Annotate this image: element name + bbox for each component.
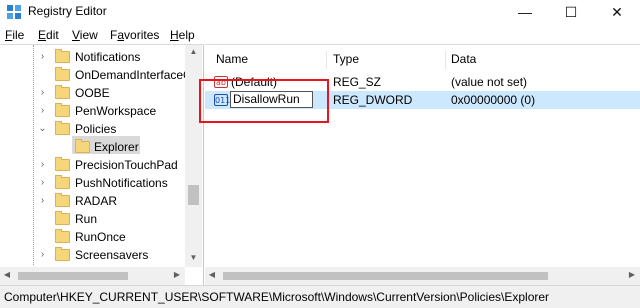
column-header-data[interactable]: Data xyxy=(451,45,476,73)
values-horizontal-scrollbar[interactable]: ◀ ▶ xyxy=(205,267,640,285)
scroll-left-arrow-icon[interactable]: ◀ xyxy=(0,270,14,279)
expand-chevron-icon[interactable]: › xyxy=(38,102,47,120)
expand-chevron-icon[interactable]: › xyxy=(38,192,47,210)
folder-icon xyxy=(55,229,70,243)
column-divider[interactable] xyxy=(326,51,327,69)
tree-node-label: PenWorkspace xyxy=(75,104,157,118)
folder-icon xyxy=(55,49,70,63)
tree-node-label: Run xyxy=(75,212,98,226)
maximize-button[interactable]: ☐ xyxy=(548,0,594,24)
close-button[interactable]: ✕ xyxy=(594,0,640,24)
scroll-right-arrow-icon[interactable]: ▶ xyxy=(170,270,184,279)
menu-view[interactable]: View xyxy=(72,28,98,42)
expand-chevron-icon[interactable]: › xyxy=(38,156,47,174)
tree-guide-line xyxy=(33,45,34,265)
folder-icon xyxy=(55,193,70,207)
column-header-name[interactable]: Name xyxy=(216,45,248,73)
status-bar: Computer\HKEY_CURRENT_USER\SOFTWARE\Micr… xyxy=(0,285,640,308)
value-data: (value not set) xyxy=(451,75,528,89)
highlight-annotation-box xyxy=(199,79,329,123)
scroll-left-arrow-icon[interactable]: ◀ xyxy=(205,270,219,279)
folder-icon xyxy=(55,103,70,117)
collapse-chevron-icon[interactable]: ⌄ xyxy=(38,120,47,138)
folder-icon xyxy=(75,139,90,153)
scroll-up-arrow-icon[interactable]: ▲ xyxy=(185,47,202,56)
folder-icon xyxy=(55,85,70,99)
tree-node-label: RunOnce xyxy=(75,230,126,244)
menu-bar: File Edit View Favorites Help xyxy=(0,25,640,45)
tree-node-label: RADAR xyxy=(75,194,118,208)
key-tree-pane[interactable]: › Notifications OnDemandInterfaceC › OOB… xyxy=(0,44,204,286)
tree-node-label: PrecisionTouchPad xyxy=(75,158,178,172)
tree-node-label: Explorer xyxy=(94,140,139,154)
value-type: REG_DWORD xyxy=(333,93,413,107)
folder-icon xyxy=(55,211,70,225)
registry-editor-icon xyxy=(7,5,21,19)
tree-node-label: Screensavers xyxy=(75,248,149,262)
values-horizontal-scroll-thumb[interactable] xyxy=(223,272,548,280)
expand-chevron-icon[interactable]: › xyxy=(38,48,47,66)
expand-chevron-icon[interactable]: › xyxy=(38,246,47,264)
folder-icon xyxy=(55,157,70,171)
tree-node-label: Notifications xyxy=(75,50,141,64)
scroll-right-arrow-icon[interactable]: ▶ xyxy=(625,270,639,279)
tree-vertical-scroll-thumb[interactable] xyxy=(188,185,199,205)
scroll-down-arrow-icon[interactable]: ▼ xyxy=(185,253,202,262)
title-bar: Registry Editor — ☐ ✕ xyxy=(0,0,640,24)
folder-icon xyxy=(55,175,70,189)
key-path: Computer\HKEY_CURRENT_USER\SOFTWARE\Micr… xyxy=(4,290,550,304)
tree-horizontal-scroll-thumb[interactable] xyxy=(18,272,128,280)
folder-icon xyxy=(55,121,70,135)
minimize-button[interactable]: — xyxy=(502,0,548,24)
expand-chevron-icon[interactable]: › xyxy=(38,84,47,102)
expand-chevron-icon[interactable]: › xyxy=(38,174,47,192)
column-divider[interactable] xyxy=(445,51,446,69)
menu-help[interactable]: Help xyxy=(170,28,195,42)
tree-node-label: OOBE xyxy=(75,86,110,100)
tree-node-label: PushNotifications xyxy=(75,176,168,190)
menu-favorites[interactable]: Favorites xyxy=(110,28,159,42)
tree-node-label: OnDemandInterfaceC xyxy=(75,68,192,82)
value-type: REG_SZ xyxy=(333,75,382,89)
tree-node-label: Policies xyxy=(75,122,117,136)
tree-horizontal-scrollbar[interactable]: ◀ ▶ xyxy=(0,267,185,285)
value-data: 0x00000000 (0) xyxy=(451,93,536,107)
folder-icon xyxy=(55,67,70,81)
column-header-type[interactable]: Type xyxy=(333,45,359,73)
folder-icon xyxy=(55,247,70,261)
window-title: Registry Editor xyxy=(28,4,107,18)
menu-edit[interactable]: Edit xyxy=(38,28,59,42)
menu-file[interactable]: File xyxy=(5,28,24,42)
